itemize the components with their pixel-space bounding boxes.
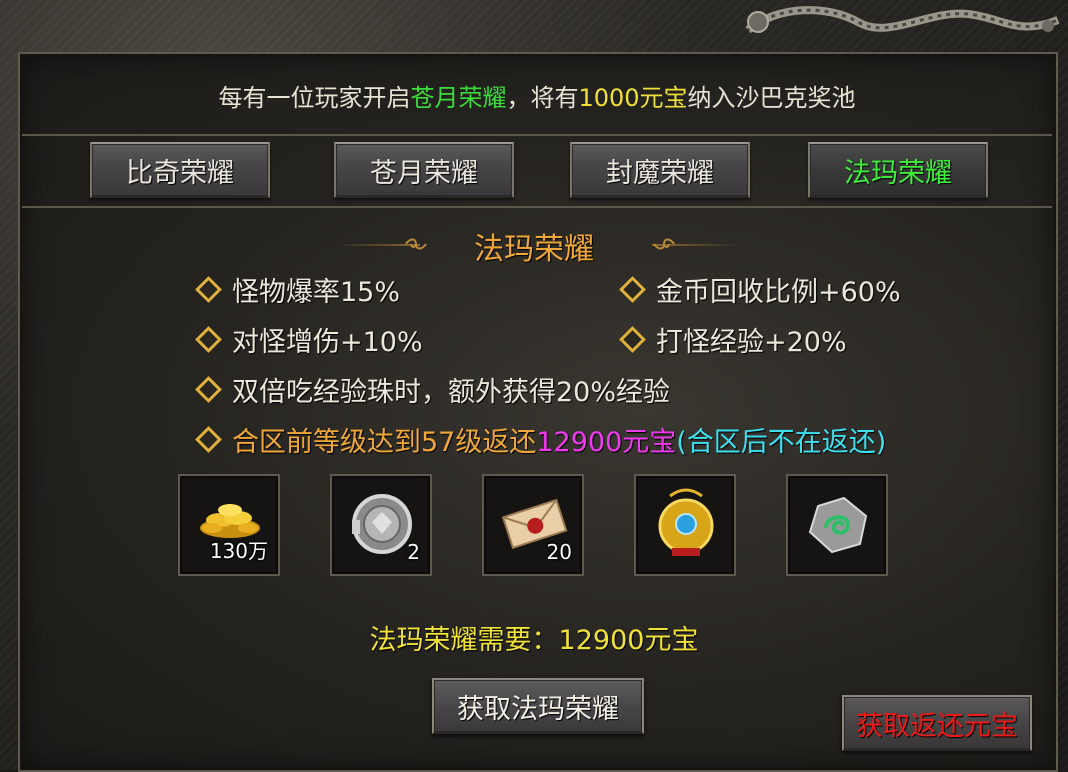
reward-slot-medal[interactable]: 2 xyxy=(330,474,432,576)
get-return-ingot-button[interactable]: 获取返还元宝 xyxy=(842,695,1032,751)
feature-amount: 12900元宝 xyxy=(536,427,677,458)
notice-honor-name: 苍月荣耀 xyxy=(410,83,507,112)
diamond-bullet-icon xyxy=(195,426,222,453)
feature-exp-orb: 双倍吃经验珠时，额外获得20%经验 xyxy=(195,370,671,409)
tab-cangyue-honor[interactable]: 苍月荣耀 xyxy=(334,142,514,198)
gold-amulet-icon xyxy=(658,488,714,556)
reward-slot-gold[interactable]: 130万 xyxy=(178,474,280,576)
notice-amount: 1000元宝 xyxy=(578,83,688,112)
reward-slot-jade[interactable] xyxy=(786,474,888,576)
dragon-ornament-icon xyxy=(745,6,1060,34)
diamond-bullet-icon xyxy=(619,326,646,353)
tab-biqi-honor[interactable]: 比奇荣耀 xyxy=(90,142,270,198)
tab-fama-honor[interactable]: 法玛荣耀 xyxy=(808,142,988,198)
reward-count: 130万 xyxy=(209,539,268,563)
feature-exp-bonus: 打怪经验+20% xyxy=(619,320,847,359)
diamond-bullet-icon xyxy=(195,276,222,303)
diamond-bullet-icon xyxy=(619,276,646,303)
feature-note: (合区后不在返还) xyxy=(676,427,887,458)
jade-stone-icon xyxy=(808,496,868,554)
section-title: 法玛荣耀 xyxy=(474,232,594,267)
feature-drop-rate: 怪物爆率15% xyxy=(195,270,401,309)
feature-damage-bonus: 对怪增伤+10% xyxy=(195,320,423,359)
feature-text: 对怪增伤+10% xyxy=(232,327,423,358)
feature-text: 金币回收比例+60% xyxy=(656,277,901,308)
notice-prefix: 每有一位玩家开启 xyxy=(218,83,411,112)
reward-count: 20 xyxy=(546,540,572,564)
notice-suffix: 纳入沙巴克奖池 xyxy=(687,83,856,112)
diamond-bullet-icon xyxy=(195,326,222,353)
feature-text: 合区前等级达到57级返还 xyxy=(232,427,537,458)
notice-middle: ，将有 xyxy=(506,83,579,112)
reward-count: 2 xyxy=(407,540,420,564)
tab-fengmo-honor[interactable]: 封魔荣耀 xyxy=(570,142,750,198)
announcement-bar: 每有一位玩家开启 苍月荣耀 ，将有 1000元宝 纳入沙巴克奖池 xyxy=(22,56,1052,136)
feature-return-ingot: 合区前等级达到57级返还 12900元宝 (合区后不在返还) xyxy=(195,420,887,459)
feature-gold-recycle: 金币回收比例+60% xyxy=(619,270,901,309)
get-fama-honor-button[interactable]: 获取法玛荣耀 xyxy=(432,678,644,734)
requirement-text: 法玛荣耀需要：12900元宝 xyxy=(369,625,699,656)
diamond-bullet-icon xyxy=(195,376,222,403)
feature-text: 双倍吃经验珠时，额外获得20%经验 xyxy=(232,377,671,408)
reward-slot-letter[interactable]: 20 xyxy=(482,474,584,576)
feature-text: 怪物爆率15% xyxy=(232,277,401,308)
feature-text: 打怪经验+20% xyxy=(656,327,847,358)
reward-slot-amulet[interactable] xyxy=(634,474,736,576)
